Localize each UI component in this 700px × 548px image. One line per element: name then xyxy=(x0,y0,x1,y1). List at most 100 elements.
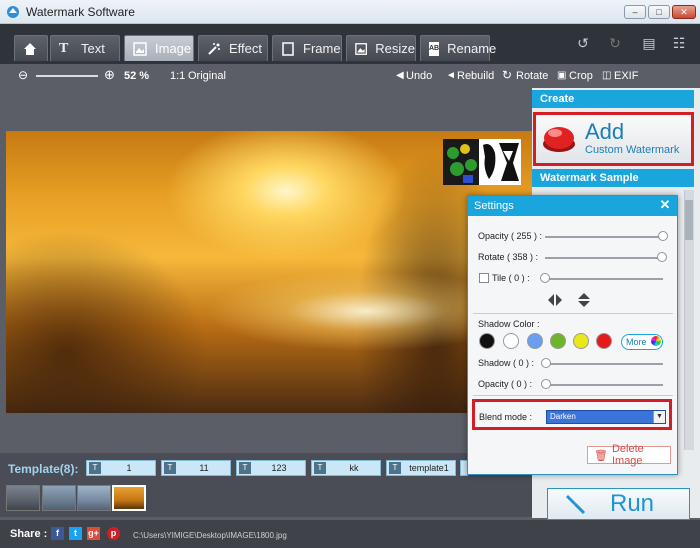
tab-text-label: Text xyxy=(81,41,105,56)
run-hammer-icon xyxy=(566,495,586,515)
opacity-label: Opacity ( 255 ) : xyxy=(478,231,543,241)
thumbnail[interactable] xyxy=(77,485,111,511)
template-text-icon: T xyxy=(314,462,326,474)
color-wheel-icon xyxy=(651,336,662,346)
chat-icon[interactable]: ▤ xyxy=(637,32,661,54)
tile-slider-knob[interactable] xyxy=(540,273,550,283)
tab-home[interactable] xyxy=(14,35,48,61)
app-logo-icon xyxy=(7,6,19,18)
add-title: Add xyxy=(585,119,625,144)
shadow-opacity-label: Opacity ( 0 ) : xyxy=(478,379,533,389)
resize-icon xyxy=(355,42,368,55)
flip-horizontal-icon[interactable] xyxy=(546,292,564,308)
blend-mode-label: Blend mode : xyxy=(479,412,533,422)
template-text-icon: T xyxy=(389,462,401,474)
rebuild-button[interactable]: Rebuild xyxy=(457,70,494,82)
tile-slider[interactable] xyxy=(545,278,663,280)
home-icon xyxy=(24,42,36,55)
exif-button[interactable]: EXIF xyxy=(614,70,638,82)
shadow-swatch-red[interactable] xyxy=(596,333,612,349)
rebuild-icon[interactable]: ◄ xyxy=(446,70,456,81)
template-name: 1 xyxy=(126,463,132,473)
delete-image-button[interactable]: 🗑 Delete Image xyxy=(587,443,671,467)
rotate-button[interactable]: Rotate xyxy=(516,70,548,82)
template-name: template1 xyxy=(409,463,449,473)
template-item[interactable]: Tkk xyxy=(311,460,381,476)
tab-rename-label: Rename xyxy=(447,41,497,56)
template-item[interactable]: T 11 xyxy=(161,460,231,476)
rotate-slider[interactable] xyxy=(545,257,663,259)
pinterest-icon[interactable]: p xyxy=(107,527,120,540)
tab-resize-label: Resize xyxy=(375,41,415,56)
opacity-slider-knob[interactable] xyxy=(658,231,668,241)
shadow-swatch-blue[interactable] xyxy=(527,333,543,349)
more-label: More xyxy=(626,337,647,347)
trash-icon: 🗑 xyxy=(594,449,608,462)
tab-text[interactable]: T Text xyxy=(50,35,120,61)
shadow-opacity-slider[interactable] xyxy=(545,384,663,386)
undo-icon[interactable]: ◀ xyxy=(396,70,404,81)
original-size-button[interactable]: Original xyxy=(188,70,226,82)
maximize-button[interactable]: □ xyxy=(648,5,670,19)
add-subtitle: Custom Watermark xyxy=(585,144,680,156)
share-label: Share : xyxy=(10,528,48,540)
twitter-icon[interactable]: t xyxy=(69,527,82,540)
shadow-slider-knob[interactable] xyxy=(541,358,551,368)
more-colors-button[interactable]: More xyxy=(621,334,663,350)
tab-frame[interactable]: Frame xyxy=(272,35,342,61)
thumbnail[interactable] xyxy=(42,485,76,511)
rename-ab-icon: AB xyxy=(429,41,440,56)
minimize-button[interactable]: – xyxy=(624,5,646,19)
zoom-slider[interactable] xyxy=(36,75,98,77)
tile-checkbox[interactable] xyxy=(479,273,489,283)
flip-vertical-icon[interactable] xyxy=(576,292,592,308)
facebook-icon[interactable]: f xyxy=(51,527,64,540)
scrollbar-thumb[interactable] xyxy=(685,200,693,240)
watermark-image-overlay[interactable] xyxy=(443,139,521,185)
notes-icon[interactable]: ☷ xyxy=(667,32,691,54)
shadow-slider[interactable] xyxy=(545,363,663,365)
tab-resize[interactable]: Resize xyxy=(346,35,416,61)
shadow-swatch-white[interactable] xyxy=(503,333,519,349)
create-header: Create xyxy=(532,90,694,108)
run-button[interactable]: Run xyxy=(547,488,690,520)
undo-history-icon[interactable]: ↺ xyxy=(571,32,595,54)
shadow-label: Shadow ( 0 ) : xyxy=(478,358,535,368)
thumbnail-selected[interactable] xyxy=(112,485,146,511)
tab-effect[interactable]: Effect xyxy=(198,35,268,61)
zoom-in-icon[interactable]: ⊕ xyxy=(104,67,115,83)
shadow-swatch-yellow[interactable] xyxy=(573,333,589,349)
template-item[interactable]: T 123 xyxy=(236,460,306,476)
redo-history-icon[interactable]: ↻ xyxy=(603,32,627,54)
crop-button[interactable]: Crop xyxy=(569,70,593,82)
close-window-button[interactable]: ✕ xyxy=(672,5,696,19)
template-item[interactable]: Ttemplate1 xyxy=(386,460,456,476)
tab-image[interactable]: Image xyxy=(124,35,194,61)
run-label: Run xyxy=(610,490,655,517)
chevron-down-icon[interactable]: ▼ xyxy=(653,411,665,423)
template-name: 123 xyxy=(271,463,287,473)
settings-close-icon[interactable]: ✕ xyxy=(658,197,672,213)
blend-mode-select[interactable]: Darken xyxy=(546,410,666,424)
effect-wand-icon xyxy=(208,42,220,55)
thumbnail[interactable] xyxy=(6,485,40,511)
tab-rename[interactable]: AB Rename xyxy=(420,35,496,61)
opacity-slider[interactable] xyxy=(545,236,663,238)
template-text-icon: T xyxy=(164,462,176,474)
shadow-opacity-slider-knob[interactable] xyxy=(541,379,551,389)
exif-icon[interactable]: ◫ xyxy=(602,70,611,81)
crop-icon[interactable]: ▣ xyxy=(557,70,566,81)
image-icon xyxy=(133,41,147,56)
window-title: Watermark Software xyxy=(26,5,135,19)
delete-image-label: Delete Image xyxy=(611,443,644,467)
shadow-swatch-green[interactable] xyxy=(550,333,566,349)
tab-effect-label: Effect xyxy=(229,41,263,56)
zoom-out-icon[interactable]: ⊖ xyxy=(18,68,28,82)
shadow-swatch-black[interactable] xyxy=(479,333,495,349)
template-item[interactable]: T1 xyxy=(86,460,156,476)
rotate-icon[interactable]: ↻ xyxy=(502,68,512,82)
undo-button[interactable]: Undo xyxy=(406,70,432,82)
google-plus-icon[interactable]: g+ xyxy=(87,527,100,540)
original-size-icon[interactable]: 1:1 xyxy=(170,70,185,82)
status-bar xyxy=(0,520,700,548)
